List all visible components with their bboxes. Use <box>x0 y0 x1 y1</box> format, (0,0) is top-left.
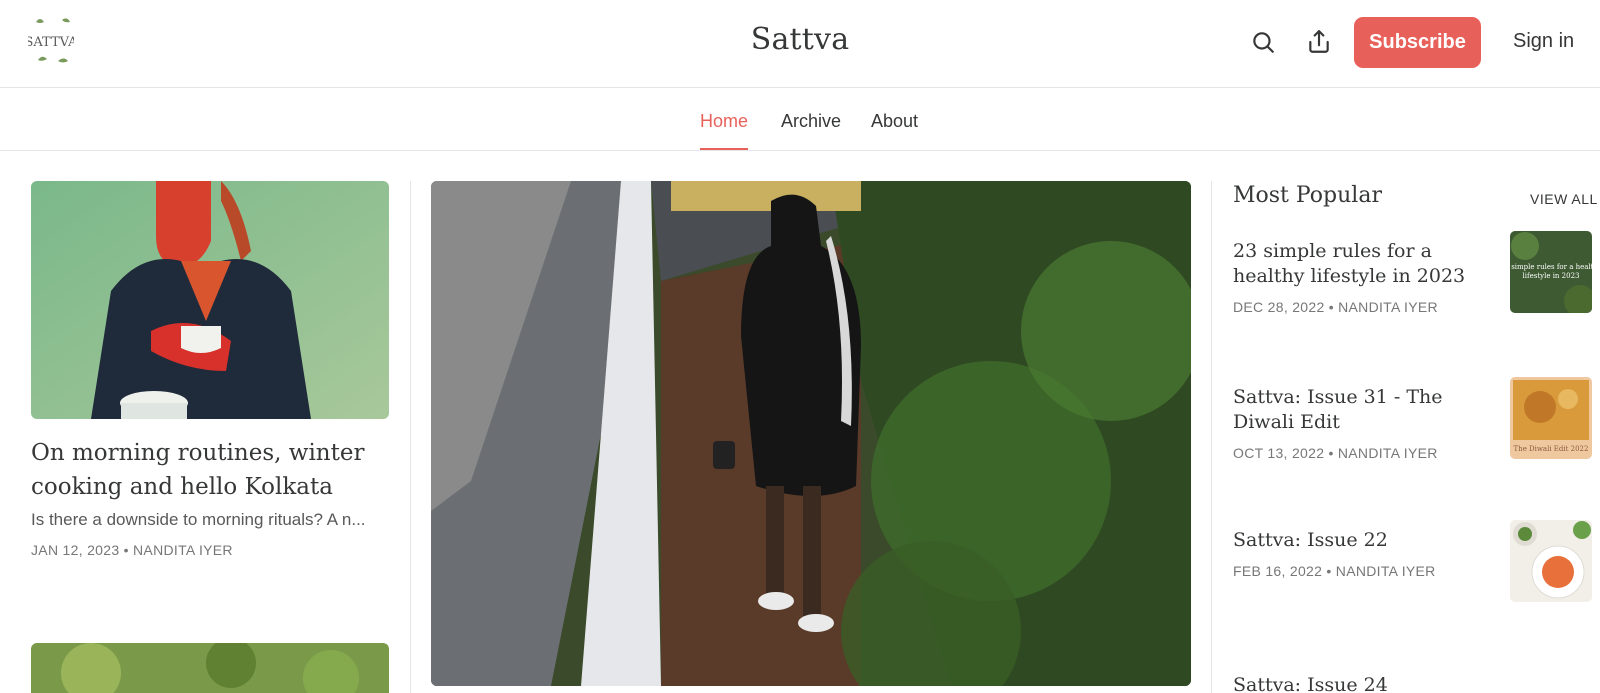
popular-item-title: 23 simple rules for a healthy lifestyle … <box>1233 240 1466 287</box>
subscribe-button[interactable]: Subscribe <box>1354 17 1481 68</box>
svg-text:SATTVA: SATTVA <box>28 35 74 50</box>
site-title[interactable]: Sattva <box>751 22 850 57</box>
thumbnail-caption: The Diwali Edit 2022 <box>1514 445 1589 453</box>
nav-archive[interactable]: Archive <box>781 111 841 132</box>
site-header: SATTVA Sattva Subscribe Sign in <box>0 0 1600 88</box>
popular-item[interactable]: Sattva: Issue 22 FEB 16, 2022 • NANDITA … <box>1233 520 1593 602</box>
popular-item-title: Sattva: Issue 24 <box>1233 674 1388 693</box>
popular-item[interactable]: 23 simple rules for a healthy lifestyle … <box>1233 231 1593 315</box>
popular-item-title: Sattva: Issue 22 <box>1233 529 1388 551</box>
active-tab-indicator <box>700 148 749 150</box>
popular-item-thumbnail <box>1510 520 1592 602</box>
post-image-morning-routines[interactable] <box>31 181 389 419</box>
post-image-second[interactable] <box>31 643 389 693</box>
sign-in-link[interactable]: Sign in <box>1513 30 1574 53</box>
popular-item-thumbnail: 23 simple rules for a healthylifestyle i… <box>1510 231 1592 313</box>
post-meta: JAN 12, 2023 • NANDITA IYER <box>31 542 233 558</box>
view-all-link[interactable]: VIEW ALL <box>1530 191 1598 207</box>
search-button[interactable] <box>1245 24 1281 60</box>
post-subtitle: Is there a downside to morning rituals? … <box>31 510 366 529</box>
site-logo[interactable]: SATTVA <box>24 16 78 66</box>
featured-post-image[interactable] <box>431 181 1191 686</box>
popular-item-thumbnail: The Diwali Edit 2022 <box>1510 377 1592 459</box>
share-button[interactable] <box>1301 24 1337 60</box>
column-divider <box>410 181 411 693</box>
search-icon <box>1253 32 1274 53</box>
share-icon <box>1309 30 1329 53</box>
post-title[interactable]: On morning routines, winter cooking and … <box>31 436 391 504</box>
nav-home[interactable]: Home <box>700 111 749 150</box>
column-divider <box>1211 181 1212 693</box>
most-popular-heading: Most Popular <box>1233 183 1382 208</box>
nav-about[interactable]: About <box>871 111 918 132</box>
popular-item[interactable]: Sattva: Issue 24 <box>1233 673 1593 693</box>
popular-item-title: Sattva: Issue 31 - The Diwali Edit <box>1233 386 1443 433</box>
popular-item[interactable]: Sattva: Issue 31 - The Diwali Edit OCT 1… <box>1233 377 1593 461</box>
main-nav: Home Archive About <box>0 89 1600 151</box>
